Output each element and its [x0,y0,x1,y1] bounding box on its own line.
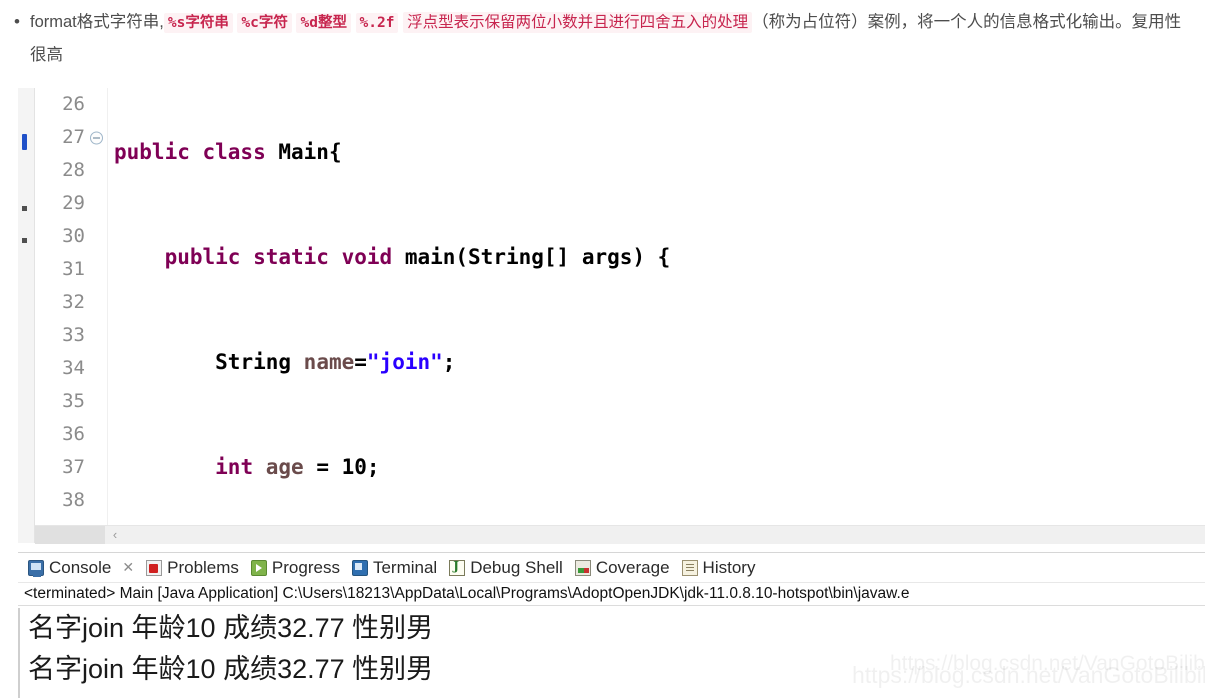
class-name-main: Main{ [278,140,342,164]
line-number-text: 30 [62,225,85,247]
code-line-29: int age = 10; [114,451,1205,484]
line-number-text: 31 [62,258,85,280]
type-string: String [215,350,304,374]
tab-label: Problems [167,557,239,577]
console-output-line: 名字join 年龄10 成绩32.77 性别男 [28,613,434,643]
view-tab-bar: Console ✕ Problems Progress Terminal Deb… [18,553,1205,583]
code-editor[interactable]: 26 27 28 29 30 31 32 33 34 35 36 37 38 p… [18,88,1205,544]
kw-void: void [341,245,405,269]
line-number-text: 26 [62,93,85,115]
terminal-icon [351,559,368,576]
scroll-left-icon[interactable]: ‹ [105,526,125,544]
line-number-text: 28 [62,159,85,181]
line-number-text: 29 [62,192,85,214]
console-output[interactable]: 名字join 年龄10 成绩32.77 性别男 名字join 年龄10 成绩32… [18,608,1205,698]
main-signature: main(String[] args) { [404,245,671,269]
inline-code-percent-c: %c字符 [237,13,292,33]
line-number-text: 27 [62,126,85,148]
line-number-text: 32 [62,291,85,313]
line-number: 26 [35,88,107,121]
tab-terminal[interactable]: Terminal [351,557,438,578]
tab-history[interactable]: History [681,557,756,578]
line-number-text: 35 [62,390,85,412]
kw-int: int [215,455,266,479]
console-view: Console ✕ Problems Progress Terminal Deb… [18,552,1205,698]
var-name: name [303,350,355,374]
coverage-icon [574,559,591,576]
editor-body[interactable]: 26 27 28 29 30 31 32 33 34 35 36 37 38 p… [35,88,1205,525]
editor-marker-bar[interactable] [18,88,35,543]
console-output-line: 名字join 年龄10 成绩32.77 性别男 [28,654,434,684]
note-list: format格式字符串,%s字符串 %c字符 %d整型 %.2f 浮点型表示保留… [10,6,1197,71]
line-number: 30 [35,220,107,253]
operator-assign: = [354,350,367,374]
inline-code-percent-d: %d整型 [296,13,351,33]
line-number: 37 [35,451,107,484]
note-text-lead: format格式字符串, [30,13,164,31]
tab-label: Console [49,557,112,577]
line-number: 31 [35,253,107,286]
marker-annotation-icon[interactable] [22,238,27,243]
semicolon: ; [442,350,456,374]
console-monitor-icon [28,559,44,577]
line-number-text: 38 [62,489,85,511]
code-text-area[interactable]: public class Main{ public static void ma… [108,88,1205,525]
inline-code-percent-2f: %.2f [355,13,399,33]
line-number-text: 36 [62,423,85,445]
line-number: 28 [35,154,107,187]
line-number-gutter: 26 27 28 29 30 31 32 33 34 35 36 37 38 [35,88,108,525]
tab-label: Coverage [595,557,670,577]
tab-debug-shell[interactable]: Debug Shell [449,558,563,578]
inline-code-float-desc: 浮点型表示保留两位小数并且进行四舍五入的处理 [403,12,753,33]
fold-collapse-icon[interactable] [90,131,103,144]
line-number: 33 [35,319,107,352]
debug-shell-icon [449,559,466,576]
line-number: 36 [35,418,107,451]
editor-horizontal-scrollbar[interactable]: ‹ [35,525,1205,544]
scrollbar-thumb[interactable] [35,526,105,544]
line-number: 27 [35,121,107,154]
list-item: format格式字符串,%s字符串 %c字符 %d整型 %.2f 浮点型表示保留… [10,6,1197,71]
inline-code-percent-s: %s字符串 [163,13,233,33]
tab-label: History [702,557,756,577]
var-age: age [265,455,304,479]
line-number: 35 [35,385,107,418]
note-block: format格式字符串,%s字符串 %c字符 %d整型 %.2f 浮点型表示保留… [0,0,1205,71]
terminated-process-line: <terminated> Main [Java Application] C:\… [18,583,1205,606]
line-number-text: 33 [62,324,85,346]
line-number: 38 [35,484,107,517]
tab-console[interactable]: Console ✕ [28,558,134,578]
tab-label: Debug Shell [470,557,563,577]
tab-label: Terminal [372,557,438,577]
tab-progress[interactable]: Progress [250,557,340,578]
line-number: 29 [35,187,107,220]
string-literal-join: "join" [366,350,443,374]
line-number: 34 [35,352,107,385]
kw-public-class: public class [114,140,279,164]
kw-public-static: public static [164,245,342,269]
close-icon[interactable]: ✕ [122,560,134,576]
line-number-text: 34 [62,357,85,379]
tab-coverage[interactable]: Coverage [574,557,670,578]
tab-label: Progress [271,557,340,577]
code-line-27: public static void main(String[] args) { [114,241,1205,274]
progress-icon [250,559,267,576]
history-icon [681,559,698,576]
marker-annotation-icon[interactable] [22,206,27,211]
line-number-text: 37 [62,456,85,478]
marker-bookmark-icon[interactable] [22,134,27,150]
code-line-28: String name="join"; [114,346,1205,379]
age-assignment: = 10; [303,455,380,479]
problems-icon [146,559,163,576]
tab-problems[interactable]: Problems [146,558,239,578]
code-line-26: public class Main{ [114,136,1205,169]
line-number: 32 [35,286,107,319]
